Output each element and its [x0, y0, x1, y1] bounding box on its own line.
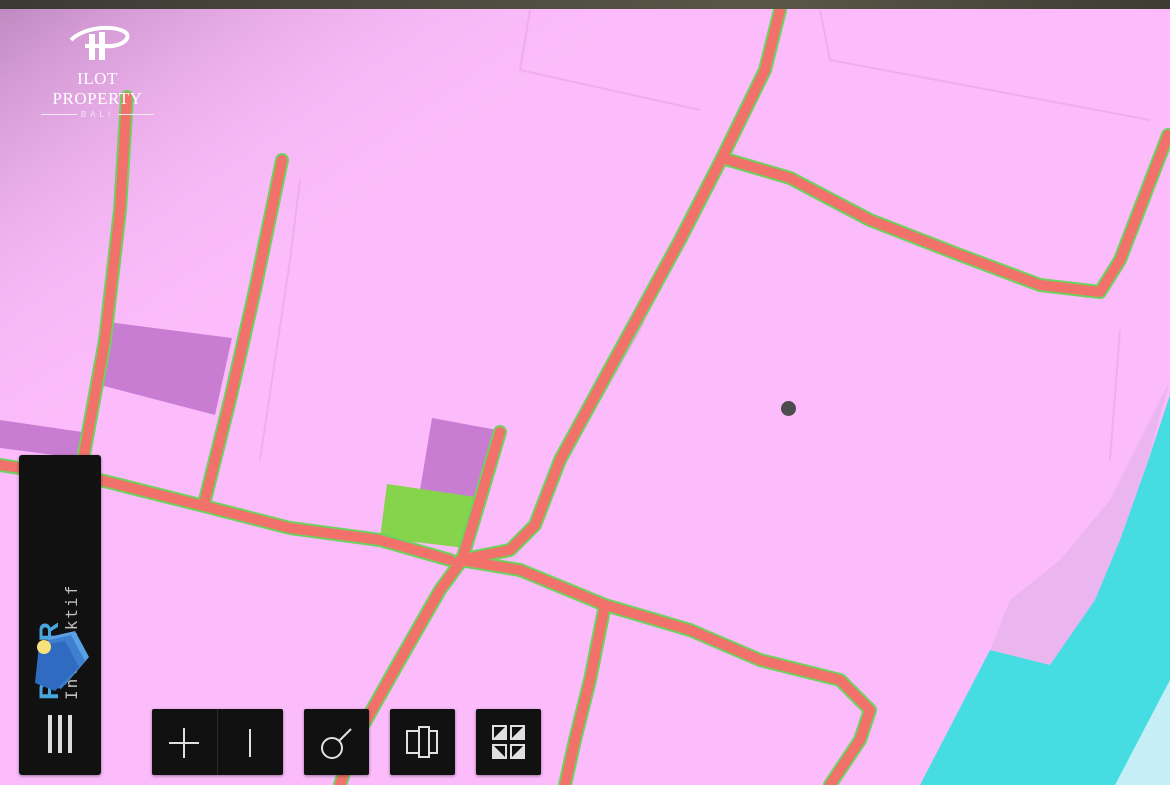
- basemap-grid-icon: [492, 725, 525, 759]
- brand-location: BALI: [80, 110, 115, 119]
- compare-button[interactable]: [390, 709, 454, 775]
- minus-icon: [249, 729, 251, 757]
- rdtr-panel: RDTR Interaktif: [19, 455, 101, 775]
- zoom-out-button[interactable]: [218, 709, 282, 775]
- ip-monogram-icon: [69, 25, 129, 60]
- menu-bars-icon[interactable]: [46, 714, 74, 754]
- measure-control: [304, 709, 369, 775]
- layers-icon: [35, 631, 89, 691]
- measure-button[interactable]: [304, 709, 368, 775]
- basemap-control: [476, 709, 541, 775]
- map-canvas[interactable]: ILOT PROPERTY BALI RDTR Interaktif: [0, 0, 1170, 785]
- brand-name: ILOT PROPERTY: [52, 69, 143, 108]
- compare-control: [390, 709, 455, 775]
- location-marker[interactable]: [781, 401, 796, 416]
- plus-icon: [169, 728, 199, 758]
- brand-sub: BALI: [30, 110, 165, 119]
- zoom-in-button[interactable]: [152, 709, 216, 775]
- compare-layers-icon: [406, 726, 438, 758]
- brand-logo: ILOT PROPERTY BALI: [30, 22, 165, 119]
- zoom-controls: [152, 709, 283, 775]
- top-edge: [0, 0, 1170, 9]
- map-layer: [0, 0, 1170, 785]
- measure-icon: [321, 728, 352, 759]
- basemap-button[interactable]: [476, 709, 540, 775]
